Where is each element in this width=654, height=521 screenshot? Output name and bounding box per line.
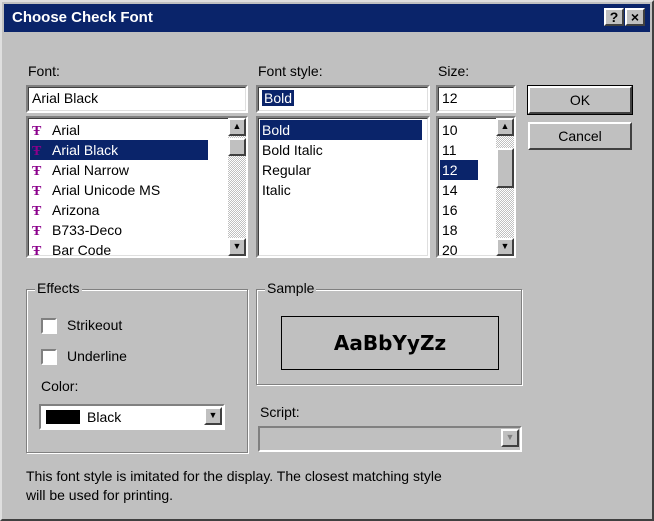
strikeout-checkbox[interactable] — [41, 318, 57, 334]
truetype-icon: Ŧ — [32, 144, 42, 159]
size-list-item[interactable]: 10 — [440, 120, 478, 140]
strikeout-label[interactable]: Strikeout — [67, 317, 122, 333]
size-input[interactable]: 12 — [436, 85, 516, 113]
size-list-item[interactable]: 12 — [440, 160, 478, 180]
script-select[interactable]: ▼ — [258, 426, 522, 452]
color-value: Black — [87, 409, 122, 425]
truetype-icon: Ŧ — [32, 124, 42, 139]
font-list-item[interactable]: Ŧ Arial Unicode MS — [30, 180, 208, 200]
cancel-button[interactable]: Cancel — [528, 122, 632, 150]
title-bar[interactable]: Choose Check Font ? × — [4, 4, 650, 32]
font-list-item[interactable]: Ŧ Arial — [30, 120, 208, 140]
truetype-icon: Ŧ — [32, 204, 42, 219]
font-list-item-label: B733-Deco — [52, 222, 123, 238]
style-list-item-label: Bold Italic — [262, 142, 323, 158]
style-list-item[interactable]: Italic — [260, 180, 422, 200]
window-title: Choose Check Font — [12, 9, 153, 26]
size-list-item-label: 10 — [442, 122, 458, 138]
size-list-item-label: 18 — [442, 222, 458, 238]
font-list-item-label: Arial Black — [52, 142, 119, 158]
close-button[interactable]: × — [625, 8, 645, 26]
size-list-scrollbar[interactable]: ▲ ▼ — [496, 118, 514, 256]
truetype-icon: Ŧ — [32, 224, 42, 239]
display-note-line1: This font style is imitated for the disp… — [26, 468, 442, 484]
effects-label: Effects — [35, 280, 82, 296]
size-list-item[interactable]: 14 — [440, 180, 478, 200]
size-list-item-label: 20 — [442, 242, 458, 258]
font-list-item-label: Arial Narrow — [52, 162, 130, 178]
font-name-input[interactable]: Arial Black — [26, 85, 248, 113]
script-label: Script: — [260, 404, 300, 420]
font-label: Font: — [28, 63, 60, 79]
style-list-item-label: Bold — [262, 122, 291, 138]
dialog-window: Choose Check Font ? × Font: Arial Black … — [0, 0, 654, 521]
size-list-item[interactable]: 20 — [440, 240, 478, 258]
font-list-item[interactable]: Ŧ Arial Black — [30, 140, 208, 160]
font-style-input[interactable]: Bold — [256, 85, 430, 113]
size-label: Size: — [438, 63, 470, 79]
scroll-up-button[interactable]: ▲ — [496, 118, 514, 136]
size-list-item[interactable]: 18 — [440, 220, 478, 240]
scroll-up-button[interactable]: ▲ — [228, 118, 246, 136]
sample-preview: AaBbYyZz — [281, 316, 499, 370]
font-list-item-label: Arial — [52, 122, 81, 138]
chevron-down-icon[interactable]: ▼ — [204, 407, 222, 425]
style-list-item[interactable]: Bold — [260, 120, 422, 140]
scroll-down-button[interactable]: ▼ — [228, 238, 246, 256]
size-list-item-label: 11 — [442, 142, 457, 158]
font-list-item[interactable]: Ŧ B733-Deco — [30, 220, 208, 240]
font-name-value: Arial Black — [32, 90, 99, 106]
font-list-item-label: Arial Unicode MS — [52, 182, 161, 198]
scroll-thumb[interactable] — [496, 148, 514, 188]
ok-button[interactable]: OK — [527, 85, 633, 115]
font-list-item[interactable]: Ŧ Bar Code — [30, 240, 208, 258]
size-list-item[interactable]: 11 — [440, 140, 478, 160]
color-select[interactable]: Black ▼ — [39, 404, 225, 430]
scroll-down-button[interactable]: ▼ — [496, 238, 514, 256]
font-list-item[interactable]: Ŧ Arial Narrow — [30, 160, 208, 180]
size-list[interactable]: 10 11 12 14 16 18 20 ▲ ▼ — [436, 116, 516, 258]
help-button[interactable]: ? — [604, 8, 624, 26]
size-list-item[interactable]: 16 — [440, 200, 478, 220]
size-list-item-label: 14 — [442, 182, 458, 198]
style-list-item-label: Regular — [262, 162, 312, 178]
color-label: Color: — [41, 378, 79, 394]
display-note-line2: will be used for printing. — [26, 487, 174, 503]
color-swatch — [46, 410, 80, 424]
font-style-value: Bold — [262, 90, 295, 106]
truetype-icon: Ŧ — [32, 164, 42, 179]
size-list-item-label: 16 — [442, 202, 458, 218]
font-list-scrollbar[interactable]: ▲ ▼ — [228, 118, 246, 256]
truetype-icon: Ŧ — [32, 244, 42, 258]
scroll-thumb[interactable] — [228, 138, 246, 156]
font-style-label: Font style: — [258, 63, 323, 79]
style-list-item[interactable]: Bold Italic — [260, 140, 422, 160]
font-list[interactable]: Ŧ Arial Ŧ Arial Black Ŧ Arial Narrow Ŧ Arial Un… — [26, 116, 248, 258]
sample-group: Sample AaBbYyZz — [256, 280, 522, 385]
font-list-item-label: Arizona — [52, 202, 100, 218]
font-list-item-label: Bar Code — [52, 242, 112, 258]
sample-label: Sample — [265, 280, 317, 296]
font-style-list[interactable]: Bold Bold Italic Regular Italic — [256, 116, 430, 258]
truetype-icon: Ŧ — [32, 184, 42, 199]
size-list-item-label: 12 — [442, 162, 458, 178]
style-list-item[interactable]: Regular — [260, 160, 422, 180]
underline-label[interactable]: Underline — [67, 348, 127, 364]
underline-checkbox[interactable] — [41, 349, 57, 365]
chevron-down-icon[interactable]: ▼ — [501, 429, 519, 447]
effects-group: Effects Strikeout Underline Color: Black… — [26, 280, 248, 453]
font-list-item[interactable]: Ŧ Arizona — [30, 200, 208, 220]
style-list-item-label: Italic — [262, 182, 291, 198]
size-value: 12 — [442, 90, 458, 106]
